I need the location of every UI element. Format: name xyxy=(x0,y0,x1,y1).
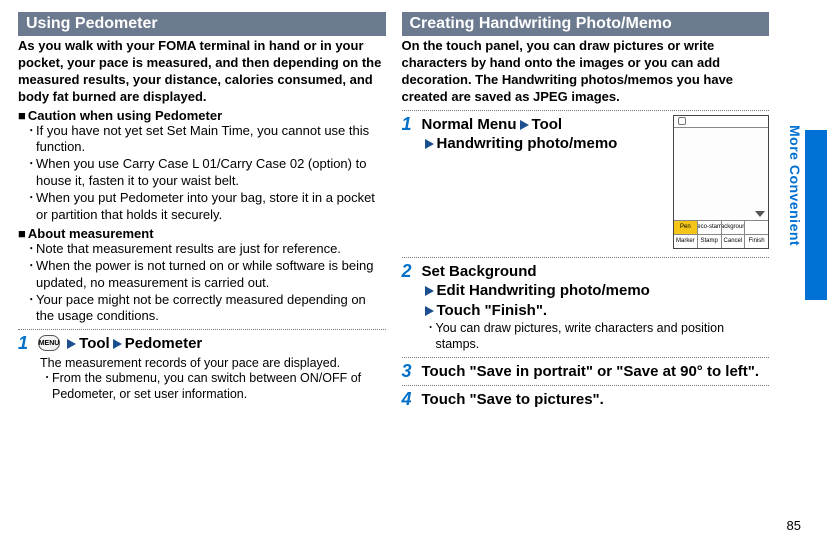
screen-thumbnail: Pen Deco-stamp Background Marker Stamp C… xyxy=(673,115,769,249)
list-item: When you use Carry Case L 01/Carry Case … xyxy=(28,156,386,190)
step2-line2: Edit Handwriting photo/memo xyxy=(437,282,650,299)
thumb-tab-background: Background xyxy=(722,221,746,234)
nav-handwriting: Handwriting photo/memo xyxy=(437,135,618,152)
arrow-icon xyxy=(113,339,122,349)
page-number: 85 xyxy=(787,518,801,533)
step-2: 2 Set Background Edit Handwriting photo/… xyxy=(402,262,770,353)
step-title: MENU Tool Pedometer xyxy=(38,334,386,354)
thumb-statusbar xyxy=(674,116,768,128)
step-sub: You can draw pictures, write characters … xyxy=(422,320,770,353)
thumb-row-1: Pen Deco-stamp Background xyxy=(674,220,768,234)
list-item: Your pace might not be correctly measure… xyxy=(28,292,386,326)
list-item: When you put Pedometer into your bag, st… xyxy=(28,190,386,224)
thumb-tab-finish: Finish xyxy=(745,235,768,248)
step-4: 4 Touch "Save to pictures". xyxy=(402,390,770,410)
step-number: 4 xyxy=(402,390,416,410)
caution-heading: Caution when using Pedometer xyxy=(18,108,386,123)
divider xyxy=(402,257,770,258)
thumb-tab-decostamp: Deco-stamp xyxy=(698,221,722,234)
step-number: 3 xyxy=(402,362,416,382)
section-header-pedometer: Using Pedometer xyxy=(18,12,386,36)
thumb-row-2: Marker Stamp Cancel Finish xyxy=(674,234,768,248)
status-icon xyxy=(678,117,686,125)
step-number: 1 xyxy=(402,115,416,253)
pedometer-intro: As you walk with your FOMA terminal in h… xyxy=(18,38,386,106)
arrow-icon xyxy=(520,120,529,130)
step-3: 3 Touch "Save in portrait" or "Save at 9… xyxy=(402,362,770,382)
step2-line1: Set Background xyxy=(422,263,537,280)
nav-tool: Tool xyxy=(532,116,563,133)
step2-line3: Touch "Finish". xyxy=(437,302,548,319)
thumb-tab-blank xyxy=(745,221,768,234)
thumb-tab-marker: Marker xyxy=(674,235,698,248)
nav-normal-menu: Normal Menu xyxy=(422,116,517,133)
divider xyxy=(402,385,770,386)
arrow-icon xyxy=(425,139,434,149)
list-item: When the power is not turned on or while… xyxy=(28,258,386,292)
step-sub: From the submenu, you can switch between… xyxy=(38,370,386,403)
step-pedometer: 1 MENU Tool Pedometer The measurement rec… xyxy=(18,334,386,402)
step-1: 1 Pen Deco-stamp Background xyxy=(402,115,770,253)
handwriting-intro: On the touch panel, you can draw picture… xyxy=(402,38,770,106)
nav-pedometer: Pedometer xyxy=(125,335,203,352)
thumb-canvas xyxy=(674,128,768,220)
left-column: Using Pedometer As you walk with your FO… xyxy=(18,12,386,412)
caution-list: If you have not yet set Set Main Time, y… xyxy=(18,123,386,224)
arrow-icon xyxy=(67,339,76,349)
step-title: Touch "Save in portrait" or "Save at 90°… xyxy=(422,362,770,382)
section-header-handwriting: Creating Handwriting Photo/Memo xyxy=(402,12,770,36)
right-column: Creating Handwriting Photo/Memo On the t… xyxy=(402,12,810,412)
thumb-tab-cancel: Cancel xyxy=(722,235,746,248)
arrow-icon xyxy=(425,306,434,316)
about-heading: About measurement xyxy=(18,226,386,241)
menu-icon: MENU xyxy=(38,335,60,351)
thumb-tab-stamp: Stamp xyxy=(698,235,722,248)
step-title: Set Background Edit Handwriting photo/me… xyxy=(422,262,770,321)
step-desc: The measurement records of your pace are… xyxy=(38,356,386,370)
about-list: Note that measurement results are just f… xyxy=(18,241,386,325)
divider xyxy=(402,110,770,111)
divider xyxy=(18,329,386,330)
side-tab xyxy=(805,130,827,300)
nav-tool: Tool xyxy=(79,335,110,352)
list-item: If you have not yet set Set Main Time, y… xyxy=(28,123,386,157)
side-label: More Convenient xyxy=(787,125,803,246)
scroll-arrow-icon xyxy=(755,211,765,217)
arrow-icon xyxy=(425,286,434,296)
step-number: 1 xyxy=(18,334,32,402)
step-number: 2 xyxy=(402,262,416,353)
step-title: Touch "Save to pictures". xyxy=(422,390,770,410)
thumb-tab-pen: Pen xyxy=(674,221,698,234)
list-item: Note that measurement results are just f… xyxy=(28,241,386,258)
divider xyxy=(402,357,770,358)
